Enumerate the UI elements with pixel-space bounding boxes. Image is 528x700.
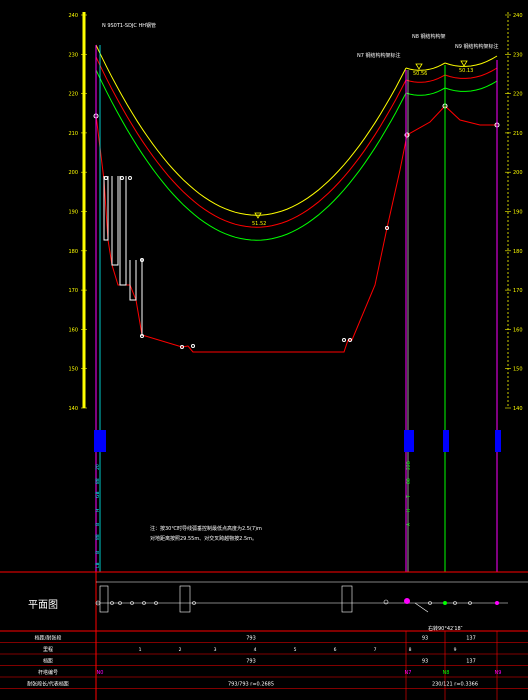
table-cell: 230/121 r=0.3366 [432,682,478,688]
left-axis-tick-label: 200 [68,170,78,176]
left-axis-tick-label: 190 [68,210,78,216]
left-axis-tick-label: 240 [68,13,78,19]
left-axis-tick-label: 210 [68,131,78,137]
table-cell: 2 [179,647,182,653]
left-axis-tick-label: 220 [68,92,78,98]
right-axis-tick-label: 220 [513,92,523,98]
plan-tower-n8-marker [443,601,447,605]
profile-drawing: 240230220210200190180170160150140 240230… [0,0,528,700]
table-cell: N9 [495,670,502,676]
right-axis-tick-label: 200 [513,170,523,176]
table-cell: 3 [214,647,217,653]
table-cell: 9 [454,647,457,653]
table-row-label: 耐张段长/代表档距 [27,681,69,688]
start-tower-marker: 88 [95,534,101,540]
design-note-line-2: 对地距离按照29.55m、对交叉跨越物按2.5m。 [150,535,257,542]
right-axis-tick-label: 170 [513,288,523,294]
table-row-label: 档距/耐张段 [35,635,62,642]
table-cell: N8 [443,670,450,676]
table-cell: 4 [254,647,257,653]
left-axis-tick-label: 180 [68,249,78,255]
start-tower-marker: GB [95,491,101,498]
left-axis-tick-label: 140 [68,406,78,412]
left-axis-tick-label: 230 [68,52,78,58]
tower-label-n8: N8 钢结构构架 [412,33,446,40]
tower-label-start: N 9S0T1-SDJC HH钢管 [102,22,156,29]
table-cell: 137 [466,659,476,665]
table-cell: 793 [246,659,256,665]
design-note-line-1: 注：按30℃时导线弧垂控制最低点高度为2.5(7)m [150,525,262,532]
table-row-label: 档距 [43,658,53,665]
plan-tower-n7-marker [404,598,410,604]
start-tower-marker: 20 [95,464,101,470]
table-cell: 8 [409,647,412,653]
plan-tower-n9-marker [495,601,499,605]
table-row-label: 杆塔编号 [38,669,58,676]
left-axis-tick-label: 150 [68,367,78,373]
right-axis-tick-label: 180 [513,249,523,255]
table-cell: 1 [139,647,142,653]
table-cell: 93 [422,659,428,665]
table-cell: 137 [466,636,476,642]
start-tower-marker: 88 [95,478,101,484]
table-cell: N7 [405,670,412,676]
table-cell: 5 [294,647,297,653]
table-row-label: 里程 [43,646,53,653]
table-cell: 6 [334,647,337,653]
left-axis-tick-label: 160 [68,327,78,333]
table-cell: 7 [374,647,377,653]
sag-right1-value: 50.56 [413,71,427,77]
tower-label-n9: N9 钢结构构架标注 [455,43,499,50]
right-axis-tick-label: 150 [513,367,523,373]
right-axis-tick-label: 210 [513,131,523,137]
right-axis-tick-label: 140 [513,406,523,412]
n7-tower-marker: H [406,509,412,512]
table-cell: N0 [97,670,104,676]
start-tower-marker: B [95,551,101,554]
start-tower-marker: H [95,509,101,512]
right-axis-tick-label: 160 [513,327,523,333]
sag-lowest-value: 51.52 [252,221,266,227]
canvas-background [0,0,528,700]
start-tower-marker: LB [95,562,101,568]
plan-view-title: 平面图 [28,599,58,611]
n7-tower-marker: T [406,495,412,499]
n7-tower-marker: 88 [406,478,412,484]
right-axis-tick-label: 230 [513,52,523,58]
table-cell: 793/793 r=0.2685 [228,682,274,688]
tower-label-n7: N7 钢结构构架标注 [357,52,401,59]
start-tower-marker: B [95,523,101,526]
n7-tower-marker: 22B [406,461,412,470]
left-axis-tick-label: 170 [68,288,78,294]
right-axis-tick-label: 240 [513,13,523,19]
right-axis-tick-label: 190 [513,210,523,216]
table-cell: 93 [422,636,428,642]
sag-right2-value: 50.13 [459,68,473,74]
table-cell: 793 [246,636,256,642]
